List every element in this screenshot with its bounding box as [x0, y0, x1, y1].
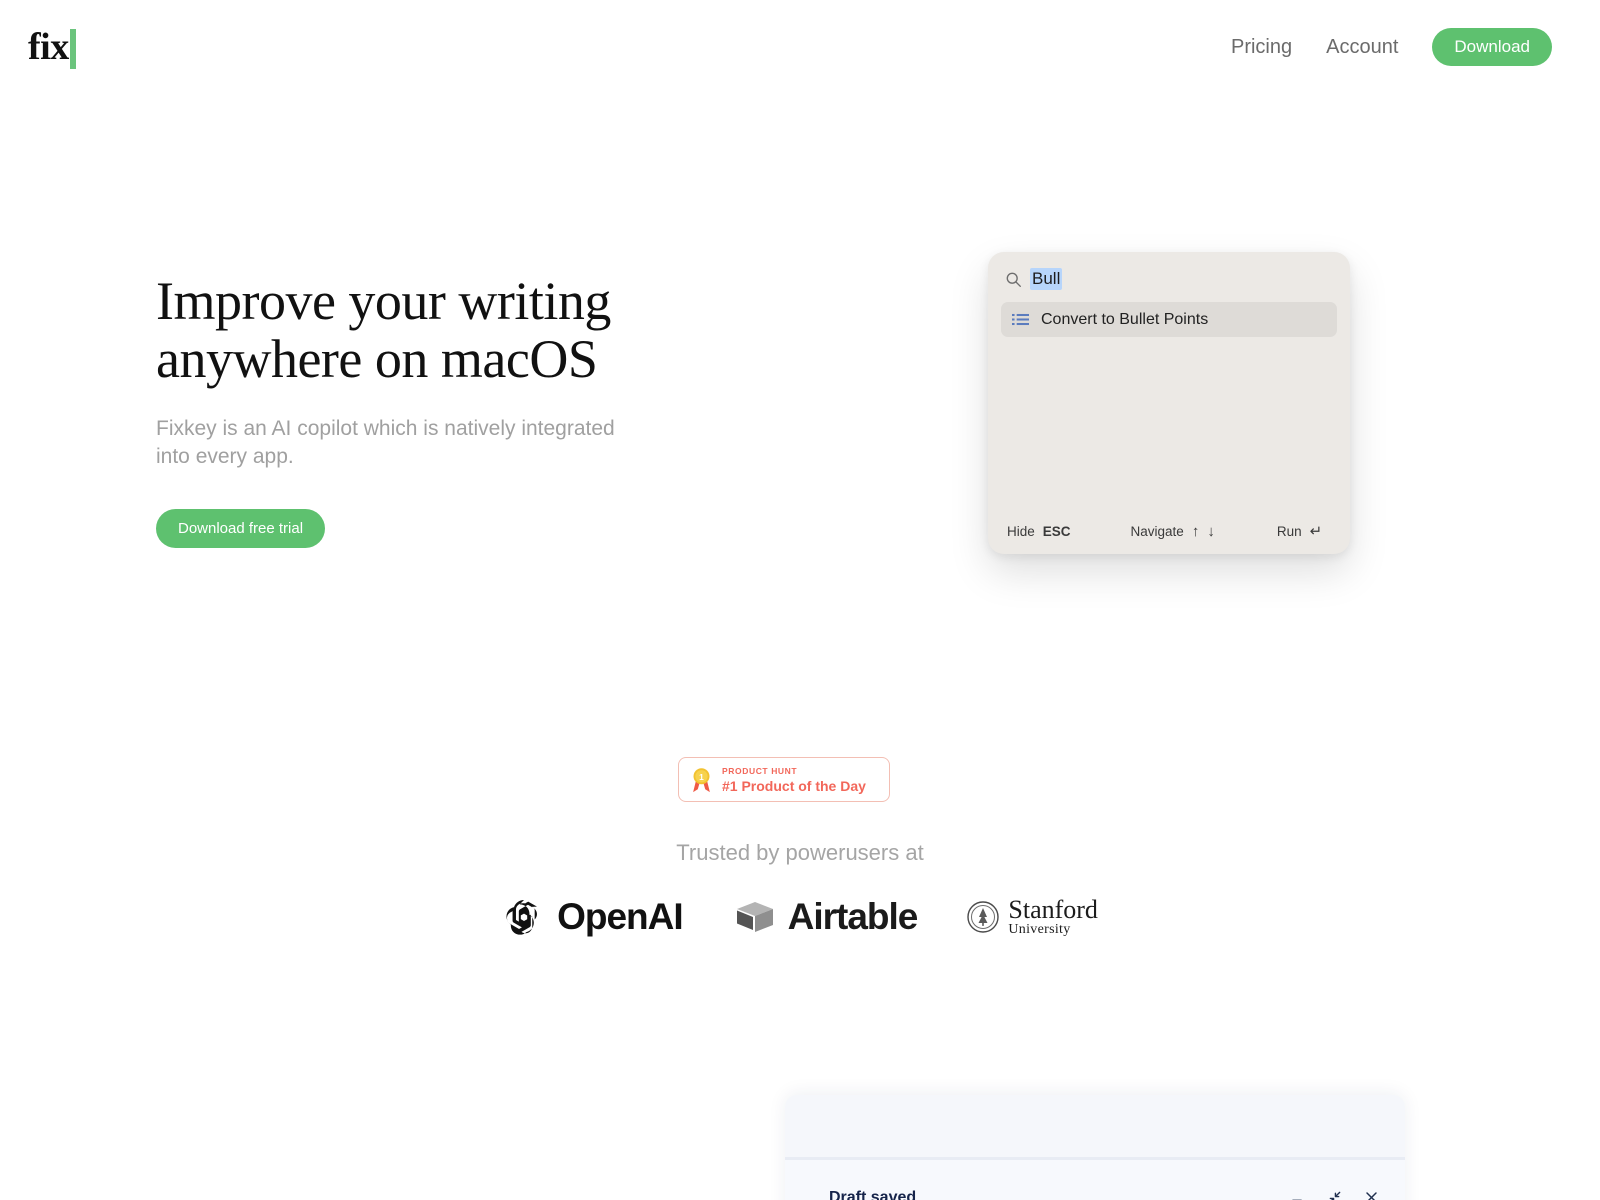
- return-key-icon: ↵: [1309, 523, 1323, 540]
- palette-empty-area: [1001, 337, 1337, 522]
- logo-text: fix: [28, 26, 69, 68]
- hero-title-line-1: Improve your writing: [156, 271, 611, 331]
- brand-name-airtable: Airtable: [787, 896, 919, 937]
- palette-result-row[interactable]: Convert to Bullet Points: [1001, 302, 1337, 337]
- openai-logo-icon: [506, 899, 538, 935]
- window-controls: [1290, 1190, 1379, 1200]
- page-title: Improve your writing anywhere on macOS: [156, 272, 796, 389]
- nav-link-account[interactable]: Account: [1326, 37, 1398, 57]
- product-hunt-badge[interactable]: 1 PRODUCT HUNT #1 Product of the Day: [678, 757, 890, 802]
- logo[interactable]: fix: [28, 26, 76, 69]
- navigate-label: Navigate: [1130, 523, 1184, 539]
- site-header: fix Pricing Account Download: [0, 0, 1600, 94]
- stanford-sub: University: [1008, 922, 1071, 938]
- stanford-name: Stanford: [1008, 894, 1098, 924]
- search-input[interactable]: Bull: [1030, 268, 1063, 290]
- product-hunt-kicker: PRODUCT HUNT: [722, 765, 798, 776]
- brand-stanford: Stanford University: [967, 894, 1098, 938]
- compose-window-titlebar[interactable]: Draft saved: [785, 1160, 1405, 1200]
- brand-logo-row: OpenAI Airtable Stanford University: [0, 895, 1600, 939]
- brand-openai: OpenAI: [502, 895, 684, 939]
- airtable-logo-icon: [736, 902, 773, 932]
- download-free-trial-button[interactable]: Download free trial: [156, 508, 326, 548]
- stanford-seal-icon: [967, 901, 1000, 933]
- brand-name-openai: OpenAI: [557, 896, 684, 937]
- hide-label: Hide: [1007, 523, 1035, 539]
- product-hunt-text: PRODUCT HUNT #1 Product of the Day: [722, 766, 866, 794]
- compose-status-label: Draft saved: [829, 1188, 917, 1200]
- search-icon: [1006, 272, 1021, 287]
- hide-hint: Hide ESC: [1007, 524, 1071, 539]
- bullet-list-icon: [1012, 313, 1029, 326]
- palette-footer: Hide ESC Navigate ↑ ↓ Run ↵: [1001, 522, 1337, 554]
- text-cursor-icon: [69, 29, 76, 69]
- arrow-up-icon: ↑: [1191, 522, 1200, 540]
- navigate-hint: Navigate ↑ ↓: [1131, 523, 1215, 540]
- hero-section: Improve your writing anywhere on macOS F…: [156, 272, 796, 548]
- compose-window[interactable]: Draft saved: [785, 1095, 1405, 1200]
- hero-title-line-2: anywhere on macOS: [156, 329, 598, 390]
- collapse-icon[interactable]: [1327, 1190, 1342, 1200]
- gold-medal-icon: 1: [693, 767, 710, 792]
- svg-text:1: 1: [699, 772, 704, 782]
- product-hunt-title: #1 Product of the Day: [722, 777, 866, 794]
- brand-airtable: Airtable: [733, 896, 918, 938]
- landing-page: fix Pricing Account Download Improve you…: [0, 0, 1600, 1200]
- run-label: Run: [1276, 523, 1302, 539]
- stanford-wordmark: Stanford University: [1008, 894, 1098, 938]
- command-palette[interactable]: Bull Convert to Bullet Points Hide ESC N…: [988, 252, 1350, 554]
- hero-subtitle: Fixkey is an AI copilot which is nativel…: [156, 416, 615, 468]
- arrow-down-icon: ↓: [1207, 522, 1215, 540]
- nav-link-pricing[interactable]: Pricing: [1231, 37, 1292, 57]
- esc-key-label: ESC: [1042, 523, 1071, 539]
- main-nav: Pricing Account Download: [1231, 27, 1552, 67]
- minimize-icon[interactable]: [1290, 1190, 1305, 1200]
- palette-search-row[interactable]: Bull: [1001, 266, 1337, 290]
- social-proof-heading: Trusted by powerusers at: [676, 840, 924, 865]
- run-hint: Run ↵: [1277, 522, 1322, 540]
- palette-result-label: Convert to Bullet Points: [1041, 310, 1209, 328]
- close-icon[interactable]: [1364, 1190, 1379, 1200]
- download-button[interactable]: Download: [1432, 27, 1552, 67]
